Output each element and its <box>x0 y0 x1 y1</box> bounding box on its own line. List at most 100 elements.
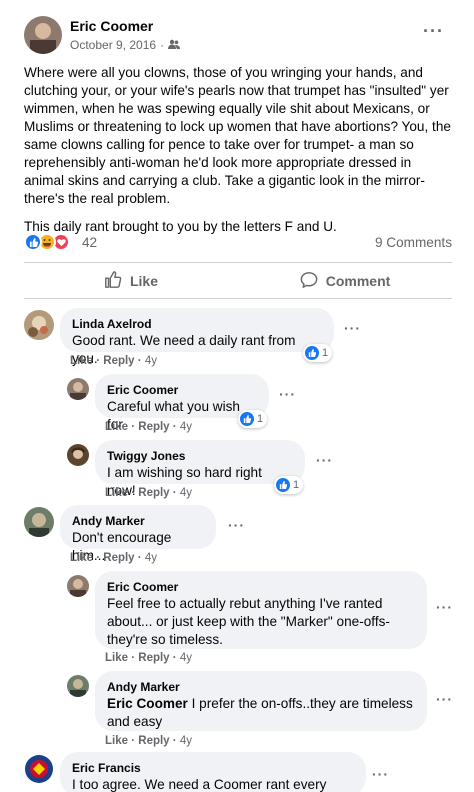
comments-count[interactable]: 9 Comments <box>375 235 452 250</box>
comment-reply-link[interactable]: Reply <box>103 355 134 367</box>
comment-like-link[interactable]: Like <box>70 355 93 367</box>
more-horizontal-icon[interactable]: ··· <box>436 599 453 615</box>
like-reaction-icon <box>276 478 290 492</box>
comment-time[interactable]: 4y <box>180 421 192 433</box>
comment-reaction-badge[interactable]: 1 <box>238 410 268 428</box>
more-horizontal-icon[interactable]: ··· <box>372 766 389 782</box>
comment-actions: Like · Reply · 4y <box>105 735 192 747</box>
comment-actions: Like · Reply · 4y <box>105 487 192 499</box>
commenter-avatar[interactable] <box>24 507 54 537</box>
like-reaction-icon <box>240 412 254 426</box>
comment-time[interactable]: 4y <box>145 552 157 564</box>
separator: · <box>172 652 177 664</box>
commenter-name[interactable]: Eric Coomer <box>107 579 415 595</box>
comment-text-line: about... or just keep with the "Marker" … <box>107 614 390 629</box>
comment-reaction-badge[interactable]: 1 <box>303 344 333 362</box>
comment-reply-link[interactable]: Reply <box>138 735 169 747</box>
separator: · <box>131 487 136 499</box>
more-horizontal-icon[interactable]: ··· <box>228 517 245 533</box>
comment-text: I prefer the on-offs..they are timeless <box>187 696 413 711</box>
comment-reply-link[interactable]: Reply <box>138 652 169 664</box>
divider <box>24 262 452 263</box>
commenter-avatar[interactable] <box>24 310 54 340</box>
commenter-avatar[interactable] <box>24 754 54 784</box>
comment-bubble: Twiggy Jones I am wishing so hard right … <box>95 440 305 498</box>
mention-link[interactable]: Eric Coomer <box>107 696 188 711</box>
comment-button[interactable]: Comment <box>238 264 452 298</box>
comment-time[interactable]: 4y <box>180 735 192 747</box>
comment-label: Comment <box>325 273 391 289</box>
comment-like-link[interactable]: Like <box>70 552 93 564</box>
reaction-count: 1 <box>322 347 329 359</box>
author-avatar[interactable] <box>24 16 62 54</box>
like-button[interactable]: Like <box>24 264 238 298</box>
comment-like-link[interactable]: Like <box>105 652 128 664</box>
commenter-name[interactable]: Linda Axelrod <box>72 316 322 332</box>
post-date[interactable]: October 9, 2016 <box>70 38 156 52</box>
comment-reply-link[interactable]: Reply <box>138 487 169 499</box>
commenter-avatar[interactable] <box>67 378 89 400</box>
more-horizontal-icon[interactable]: ··· <box>344 320 361 336</box>
comment-time[interactable]: 4y <box>145 355 157 367</box>
commenter-avatar[interactable] <box>67 575 89 597</box>
reaction-count: 1 <box>293 479 300 491</box>
like-reaction-icon <box>24 233 42 251</box>
separator: · <box>131 735 136 747</box>
separator: · <box>137 355 142 367</box>
more-horizontal-icon[interactable]: ··· <box>279 386 296 402</box>
more-horizontal-icon[interactable]: ··· <box>423 22 444 40</box>
comment-actions: Like · Reply · 4y <box>70 355 157 367</box>
friends-icon <box>168 38 181 52</box>
reactions-summary: 42 9 Comments <box>24 233 452 253</box>
reaction-count[interactable]: 42 <box>82 235 97 250</box>
post-header: Eric Coomer October 9, 2016 · ··· <box>24 16 458 56</box>
comment-text-line: they're so timeless. <box>107 632 223 647</box>
comment-bubble: Linda Axelrod Good rant. We need a daily… <box>60 308 334 366</box>
comment-actions: Like · Reply · 4y <box>105 421 192 433</box>
comment-bubble: Eric Francis I too agree. We need a Coom… <box>60 752 366 792</box>
post-card: Eric Coomer October 9, 2016 · ··· Where … <box>0 0 474 792</box>
separator: · <box>172 735 177 747</box>
comment-bubble: Andy Marker Eric Coomer I prefer the on-… <box>95 671 427 731</box>
post-paragraph: Where were all you clowns, those of you … <box>24 65 451 206</box>
commenter-name[interactable]: Andy Marker <box>72 513 204 529</box>
post-actions: Like Comment <box>24 264 452 298</box>
separator: · <box>131 652 136 664</box>
more-horizontal-icon[interactable]: ··· <box>316 452 333 468</box>
commenter-avatar[interactable] <box>67 444 89 466</box>
reaction-count: 1 <box>257 413 264 425</box>
post-body: Where were all you clowns, those of you … <box>24 64 454 246</box>
comment-bubble: Andy Marker Don't encourage him... <box>60 505 216 563</box>
comment-time[interactable]: 4y <box>180 652 192 664</box>
like-reaction-icon <box>305 346 319 360</box>
comment-reply-link[interactable]: Reply <box>138 421 169 433</box>
comment-time[interactable]: 4y <box>180 487 192 499</box>
commenter-name[interactable]: Eric Francis <box>72 760 354 776</box>
comment-like-link[interactable]: Like <box>105 735 128 747</box>
reaction-icons[interactable] <box>24 233 70 251</box>
commenter-name[interactable]: Andy Marker <box>107 679 415 695</box>
comment-actions: Like · Reply · 4y <box>105 652 192 664</box>
comment-reply-link[interactable]: Reply <box>103 552 134 564</box>
separator: · <box>131 421 136 433</box>
comment-like-link[interactable]: Like <box>105 487 128 499</box>
comment-actions: Like · Reply · 4y <box>70 552 157 564</box>
comment-text-line: Feel free to actually rebut anything I'v… <box>107 596 383 611</box>
comment-text-line: Eric Coomer I prefer the on-offs..they a… <box>107 695 415 713</box>
commenter-avatar[interactable] <box>67 675 89 697</box>
comment-bubble-icon <box>300 271 318 292</box>
like-label: Like <box>129 273 158 289</box>
commenter-name[interactable]: Twiggy Jones <box>107 448 293 464</box>
separator: · <box>172 487 177 499</box>
separator: · <box>137 552 142 564</box>
author-name[interactable]: Eric Coomer <box>70 18 153 34</box>
separator: · <box>96 355 101 367</box>
commenter-name[interactable]: Eric Coomer <box>107 382 257 398</box>
comment-reaction-badge[interactable]: 1 <box>274 476 304 494</box>
comment-text: I too agree. We need a Coomer rant every… <box>72 777 327 792</box>
meta-separator: · <box>160 38 165 52</box>
more-horizontal-icon[interactable]: ··· <box>436 691 453 707</box>
divider <box>24 298 452 299</box>
comment-like-link[interactable]: Like <box>105 421 128 433</box>
post-meta: October 9, 2016 · <box>70 38 181 52</box>
